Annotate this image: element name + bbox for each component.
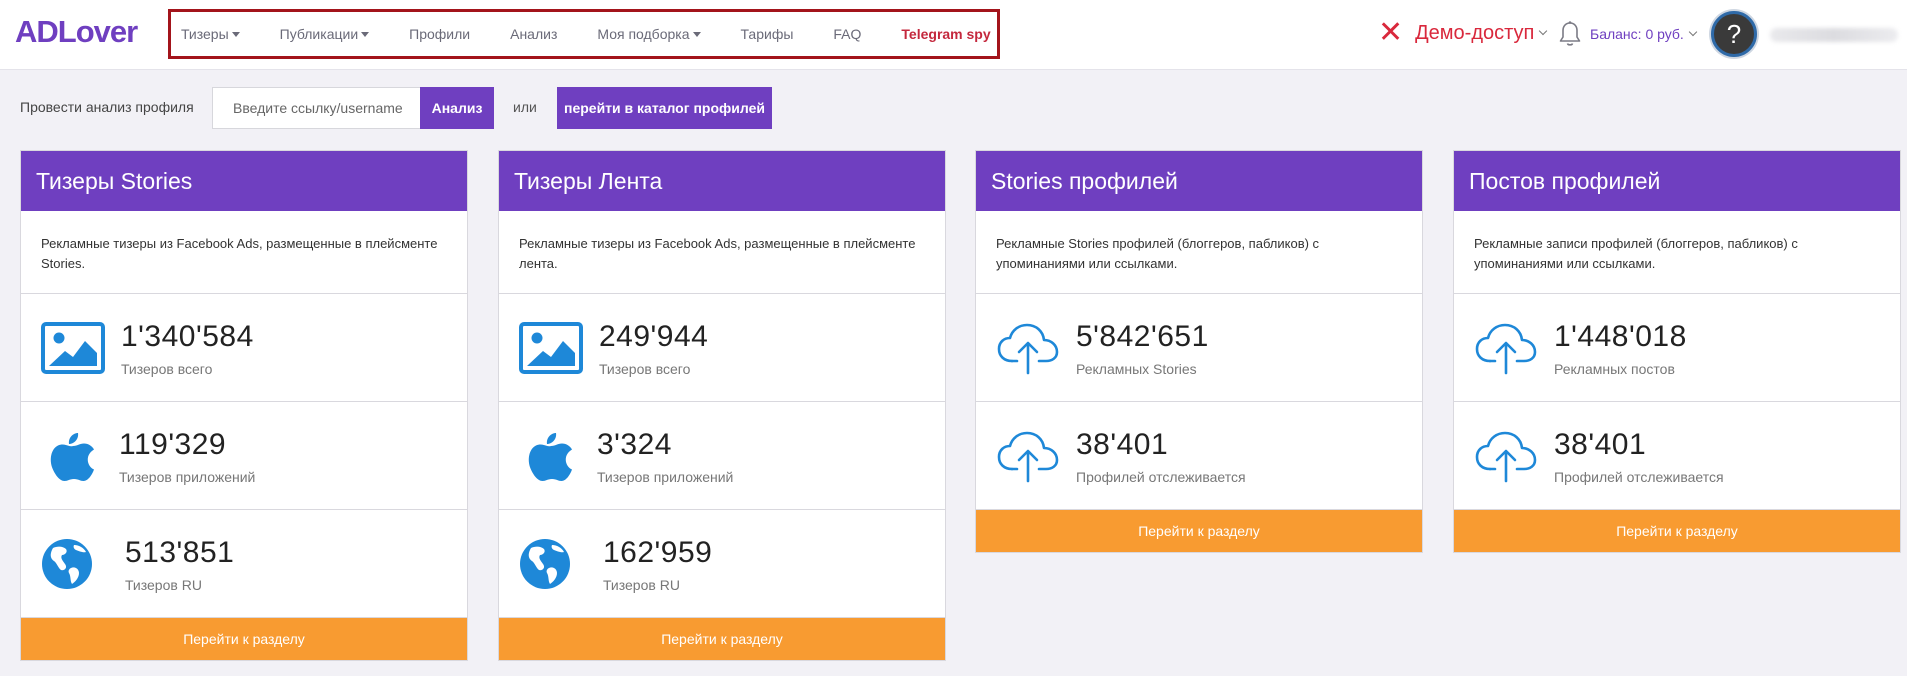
- stat-row: 38'401 Профилей отслеживается: [976, 402, 1422, 510]
- nav-item-label: Моя подборка: [597, 26, 690, 42]
- image-icon: [519, 322, 583, 374]
- cloud-upload-icon: [1475, 431, 1537, 483]
- stat-row: 162'959 Тизеров RU: [499, 510, 945, 618]
- nav-item-label: Тизеры: [181, 26, 229, 42]
- card-description: Рекламные записи профилей (блоггеров, па…: [1454, 211, 1900, 294]
- stat-value: 249'944: [599, 320, 709, 353]
- username-blurred[interactable]: [1770, 28, 1898, 42]
- stat-label: Тизеров приложений: [597, 469, 734, 485]
- stat-row: 5'842'651 Рекламных Stories: [976, 294, 1422, 402]
- stat-row: 1'340'584 Тизеров всего: [21, 294, 467, 402]
- nav-item-analysis[interactable]: Анализ: [510, 26, 557, 42]
- cloud-upload-icon: [997, 323, 1059, 375]
- nav-item-teasers[interactable]: Тизеры: [181, 26, 240, 42]
- balance-label: Баланс: 0 руб.: [1590, 26, 1684, 42]
- analyze-button[interactable]: Анализ: [420, 87, 494, 129]
- nav-item-telegram-spy[interactable]: Telegram spy: [901, 26, 990, 42]
- card-description: Рекламные тизеры из Facebook Ads, размещ…: [21, 211, 467, 294]
- go-to-section-button[interactable]: Перейти к разделу: [21, 618, 467, 660]
- stat-label: Профилей отслеживается: [1076, 469, 1246, 485]
- card-teasers-stories: Тизеры Stories Рекламные тизеры из Faceb…: [20, 150, 468, 661]
- nav-item-label: Тарифы: [740, 26, 794, 42]
- stat-row: 513'851 Тизеров RU: [21, 510, 467, 618]
- stat-label: Тизеров всего: [599, 361, 691, 377]
- image-icon: [41, 322, 105, 374]
- card-description: Рекламные Stories профилей (блоггеров, п…: [976, 211, 1422, 294]
- stat-label: Тизеров RU: [125, 577, 202, 593]
- nav-item-faq[interactable]: FAQ: [833, 26, 861, 42]
- cloud-upload-icon: [997, 431, 1059, 483]
- main-nav: Тизеры Публикации Профили Анализ Моя под…: [168, 9, 1000, 59]
- apple-icon: [50, 433, 94, 481]
- stat-value: 1'448'018: [1554, 320, 1687, 353]
- top-bar: ADLover Тизеры Публикации Профили Анализ…: [0, 0, 1907, 70]
- chevron-down-icon: [1688, 27, 1698, 37]
- stat-label: Тизеров всего: [121, 361, 213, 377]
- caret-down-icon: [231, 32, 240, 37]
- stat-value: 119'329: [119, 428, 227, 461]
- card-title: Тизеры Stories: [21, 151, 467, 211]
- stat-label: Тизеров RU: [603, 577, 680, 593]
- stat-value: 3'324: [597, 428, 672, 461]
- go-to-section-button[interactable]: Перейти к разделу: [976, 510, 1422, 552]
- nav-item-publications[interactable]: Публикации: [279, 26, 370, 42]
- analyze-profile-label: Провести анализ профиля: [20, 99, 194, 115]
- card-title: Постов профилей: [1454, 151, 1900, 211]
- stat-label: Рекламных Stories: [1076, 361, 1197, 377]
- go-to-section-button[interactable]: Перейти к разделу: [499, 618, 945, 660]
- card-profile-stories: Stories профилей Рекламные Stories профи…: [975, 150, 1423, 553]
- nav-item-label: FAQ: [833, 26, 862, 42]
- stat-row: 249'944 Тизеров всего: [499, 294, 945, 402]
- avatar[interactable]: ?: [1711, 11, 1757, 57]
- demo-access-dropdown[interactable]: ✕ Демо-доступ: [1378, 16, 1548, 49]
- bell-icon[interactable]: [1558, 20, 1582, 48]
- card-title: Stories профилей: [976, 151, 1422, 211]
- globe-icon: [520, 539, 570, 589]
- stat-label: Тизеров приложений: [119, 469, 256, 485]
- nav-item-label: Telegram spy: [901, 26, 991, 42]
- card-teasers-feed: Тизеры Лента Рекламные тизеры из Faceboo…: [498, 150, 946, 661]
- stat-row: 38'401 Профилей отслеживается: [1454, 402, 1900, 510]
- demo-access-label: Демо-доступ: [1415, 21, 1535, 44]
- stat-value: 5'842'651: [1076, 320, 1209, 353]
- stat-row: 119'329 Тизеров приложений: [21, 402, 467, 510]
- profile-link-input[interactable]: [212, 87, 421, 129]
- card-profile-posts: Постов профилей Рекламные записи профиле…: [1453, 150, 1901, 553]
- profile-catalog-button[interactable]: перейти в каталог профилей: [557, 87, 772, 129]
- apple-icon: [528, 433, 572, 481]
- stat-label: Профилей отслеживается: [1554, 469, 1724, 485]
- nav-item-label: Профили: [409, 26, 471, 42]
- logo[interactable]: ADLover: [15, 14, 138, 50]
- or-label: или: [513, 99, 537, 115]
- caret-down-icon: [361, 32, 370, 37]
- stat-value: 513'851: [125, 536, 235, 569]
- globe-icon: [42, 539, 92, 589]
- stat-value: 38'401: [1554, 428, 1647, 461]
- stat-row: 1'448'018 Рекламных постов: [1454, 294, 1900, 402]
- go-to-section-button[interactable]: Перейти к разделу: [1454, 510, 1900, 552]
- stat-value: 38'401: [1076, 428, 1169, 461]
- close-icon: ✕: [1378, 16, 1404, 49]
- nav-item-label: Публикации: [279, 26, 359, 42]
- caret-down-icon: [692, 32, 701, 37]
- stat-value: 1'340'584: [121, 320, 254, 353]
- stat-row: 3'324 Тизеров приложений: [499, 402, 945, 510]
- stat-label: Рекламных постов: [1554, 361, 1675, 377]
- card-title: Тизеры Лента: [499, 151, 945, 211]
- nav-item-profiles[interactable]: Профили: [409, 26, 470, 42]
- balance-dropdown[interactable]: Баланс: 0 руб.: [1590, 26, 1698, 42]
- stat-value: 162'959: [603, 536, 713, 569]
- cloud-upload-icon: [1475, 323, 1537, 375]
- card-description: Рекламные тизеры из Facebook Ads, размещ…: [499, 211, 945, 294]
- nav-item-my-selection[interactable]: Моя подборка: [597, 26, 701, 42]
- nav-item-label: Анализ: [510, 26, 558, 42]
- nav-item-tariffs[interactable]: Тарифы: [741, 26, 794, 42]
- chevron-down-icon: [1539, 26, 1548, 36]
